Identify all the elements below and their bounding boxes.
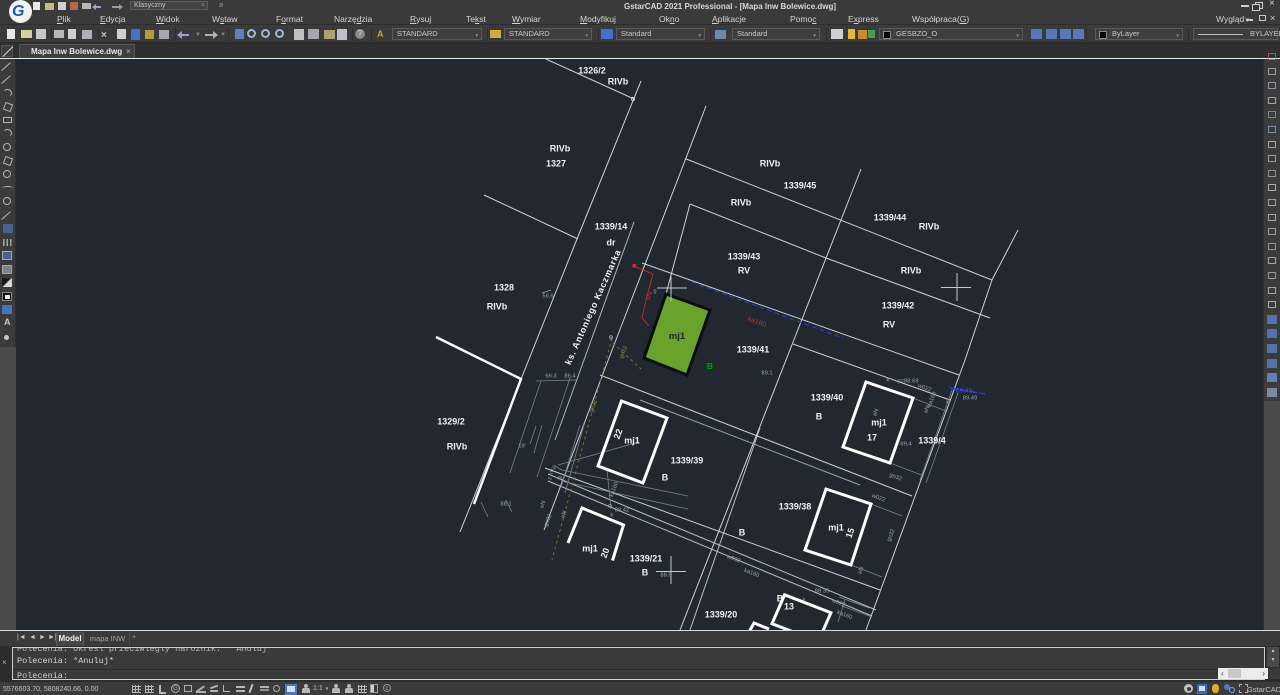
svg-text:22: 22 xyxy=(612,428,625,441)
svg-text:w: w xyxy=(945,400,951,406)
svg-text:RV: RV xyxy=(883,320,895,330)
svg-text:ka160: ka160 xyxy=(743,568,760,579)
svg-text:RV: RV xyxy=(738,266,750,276)
svg-text:89.1: 89.1 xyxy=(761,371,772,377)
svg-text:1339/20: 1339/20 xyxy=(705,610,738,620)
svg-text:RIVb: RIVb xyxy=(487,302,508,312)
svg-text:1329/2: 1329/2 xyxy=(437,417,465,427)
svg-text:1339/21: 1339/21 xyxy=(630,554,663,564)
svg-text:89.4: 89.4 xyxy=(900,442,912,448)
svg-text:eN: eN xyxy=(539,500,547,509)
svg-text:w022: w022 xyxy=(916,383,932,394)
svg-text:B: B xyxy=(816,412,823,422)
svg-text:mj1: mj1 xyxy=(828,523,844,533)
svg-text:ka160: ka160 xyxy=(927,391,938,408)
svg-text:66.3: 66.3 xyxy=(545,374,556,380)
svg-text:ka160: ka160 xyxy=(609,481,620,498)
svg-text:gn32: gn32 xyxy=(543,513,553,527)
svg-text:20: 20 xyxy=(599,547,612,560)
svg-text:1339/44: 1339/44 xyxy=(874,213,907,223)
svg-text:88.42: 88.42 xyxy=(615,508,630,514)
svg-text:eN: eN xyxy=(857,566,865,575)
svg-text:1339/39: 1339/39 xyxy=(671,456,704,466)
svg-text:B: B xyxy=(777,594,784,604)
svg-text:k: k xyxy=(803,598,806,604)
svg-text:56.6: 56.6 xyxy=(542,294,553,300)
svg-text:86.4: 86.4 xyxy=(564,374,576,380)
svg-text:mj1: mj1 xyxy=(669,331,686,342)
svg-text:RIVb: RIVb xyxy=(447,442,468,452)
svg-text:k: k xyxy=(611,513,614,519)
svg-text:mj1: mj1 xyxy=(624,436,640,446)
svg-text:w022: w022 xyxy=(830,598,846,609)
svg-text:1339/40: 1339/40 xyxy=(811,393,844,403)
svg-text:ka160: ka160 xyxy=(747,316,767,329)
svg-text:RIVb: RIVb xyxy=(608,77,629,87)
svg-text:88.35: 88.35 xyxy=(815,589,830,595)
svg-text:1326/2: 1326/2 xyxy=(578,66,606,76)
svg-text:1339/41: 1339/41 xyxy=(737,345,770,355)
svg-text:1328: 1328 xyxy=(494,283,514,293)
svg-text:RIVb: RIVb xyxy=(760,159,781,169)
svg-text:1339/14: 1339/14 xyxy=(595,222,628,232)
svg-text:p=88.69: p=88.69 xyxy=(897,379,918,385)
svg-text:1339/38: 1339/38 xyxy=(779,502,812,512)
svg-text:19': 19' xyxy=(518,444,526,450)
svg-text:gn32: gn32 xyxy=(888,472,902,482)
svg-text:ks. Antoniego Kaczmarka: ks. Antoniego Kaczmarka xyxy=(563,247,623,366)
svg-text:B: B xyxy=(707,361,713,371)
svg-text:dr: dr xyxy=(607,238,616,248)
svg-text:eN: eN xyxy=(560,510,568,519)
svg-text:RIVb: RIVb xyxy=(550,144,571,154)
svg-text:gn32: gn32 xyxy=(886,528,896,542)
svg-text:17: 17 xyxy=(867,433,877,443)
svg-text:89.49: 89.49 xyxy=(963,396,978,402)
svg-text:RIVb: RIVb xyxy=(731,198,752,208)
svg-text:B: B xyxy=(739,528,746,538)
svg-text:1339/43: 1339/43 xyxy=(728,252,761,262)
svg-text:1339/4: 1339/4 xyxy=(918,436,946,446)
svg-text:1339/42: 1339/42 xyxy=(882,301,915,311)
svg-text:eN: eN xyxy=(872,408,880,417)
svg-text:89.48: 89.48 xyxy=(956,388,973,395)
svg-text:mj1: mj1 xyxy=(582,544,598,554)
svg-text:B: B xyxy=(662,473,669,483)
svg-text:gn32: gn32 xyxy=(619,345,629,359)
svg-text:w032: w032 xyxy=(725,554,741,565)
svg-text:13: 13 xyxy=(784,602,794,612)
svg-text:1339/45: 1339/45 xyxy=(784,181,817,191)
svg-text:RIVb: RIVb xyxy=(901,266,922,276)
svg-text:1327: 1327 xyxy=(546,159,566,169)
svg-text:9: 9 xyxy=(609,337,612,343)
svg-text:m: m xyxy=(558,476,563,482)
svg-text:15: 15 xyxy=(844,527,857,540)
svg-text:gn32: gn32 xyxy=(589,399,599,413)
svg-text:w022: w022 xyxy=(870,493,886,504)
svg-text:mj1: mj1 xyxy=(871,418,887,428)
svg-text:88.5: 88.5 xyxy=(660,573,671,579)
svg-text:RIVb: RIVb xyxy=(919,222,940,232)
svg-text:88.1: 88.1 xyxy=(500,502,511,508)
svg-text:k: k xyxy=(887,378,890,384)
svg-text:B: B xyxy=(642,568,649,578)
